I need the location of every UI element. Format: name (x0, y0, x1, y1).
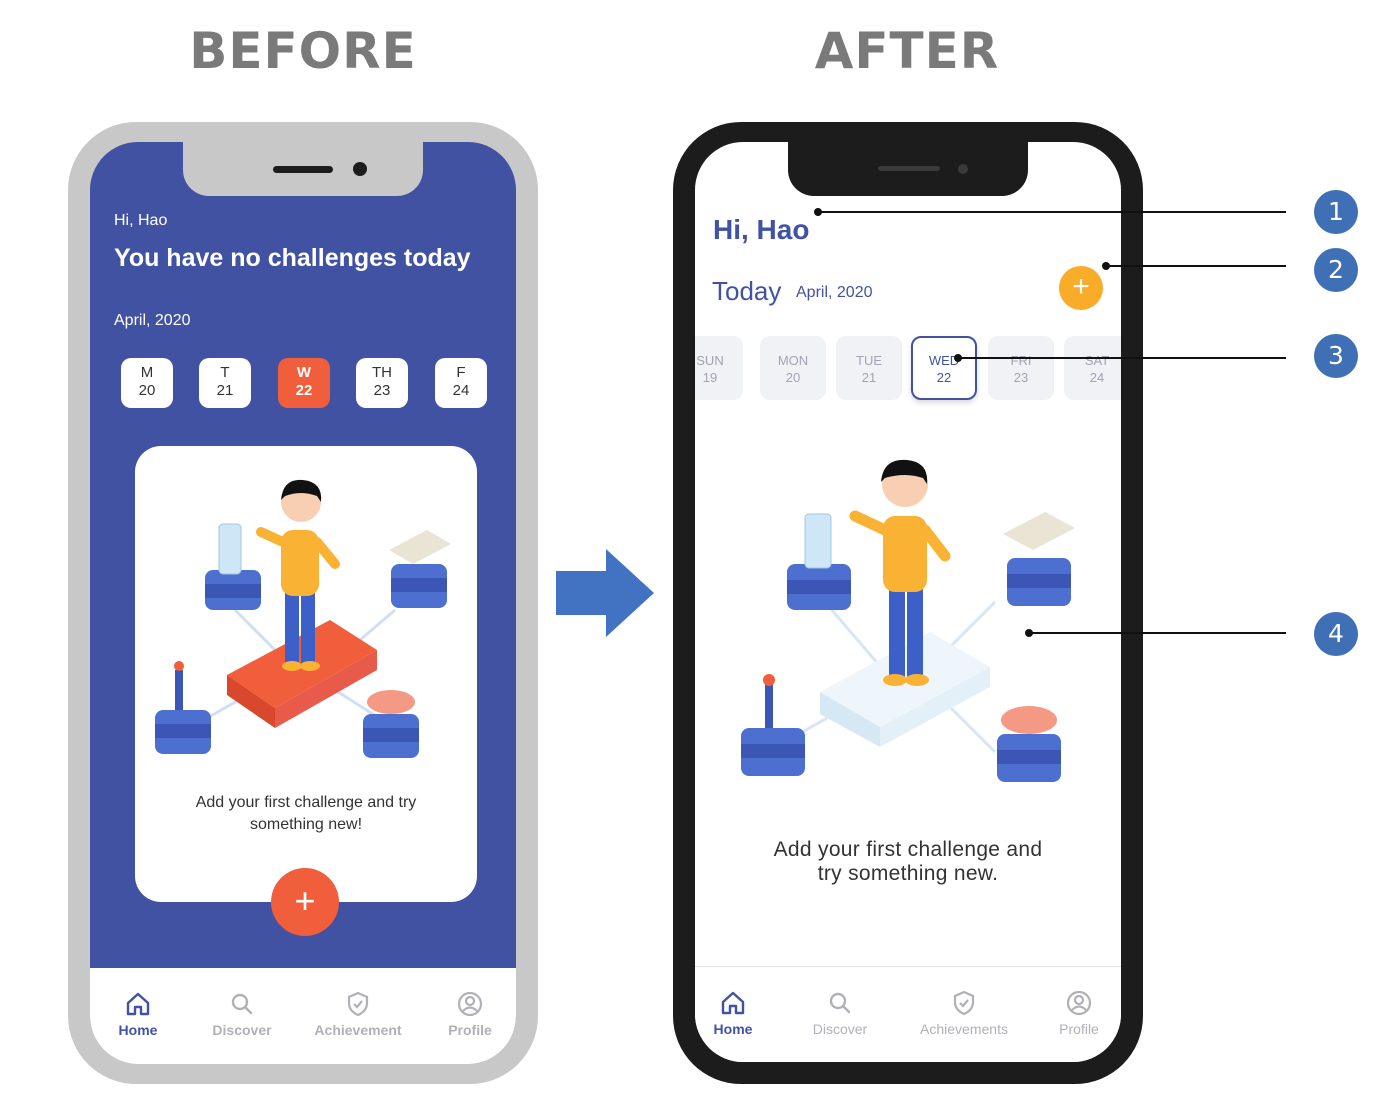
empty-state-card: Add your first challenge and try somethi… (135, 446, 477, 902)
tab-achievement[interactable]: Achievement (308, 990, 408, 1038)
phone-notch (788, 142, 1028, 196)
tab-home[interactable]: Home (709, 989, 757, 1037)
day-abbr: FRI (1010, 353, 1032, 368)
day-num: 22 (295, 382, 313, 399)
camera-icon (353, 162, 367, 176)
add-challenge-button[interactable]: + (1059, 266, 1103, 310)
tab-label: Home (118, 1022, 158, 1038)
tab-label: Achievement (314, 1022, 402, 1038)
search-icon (829, 992, 851, 1014)
day-abbr: M (140, 364, 154, 381)
day-chip-t[interactable]: T 21 (199, 358, 251, 408)
day-chip-m[interactable]: M 20 (121, 358, 173, 408)
day-abbr: SAT (1084, 353, 1110, 368)
callout-badge-4: 4 (1314, 612, 1358, 656)
profile-icon (1066, 990, 1092, 1016)
empty-state-line-1: Add your first challenge and try (195, 794, 417, 811)
profile-icon (457, 991, 483, 1017)
day-num: 22 (936, 370, 952, 385)
empty-state-text: Add your first challenge and try somethi… (135, 792, 477, 836)
day-selector: M 20 T 21 W 22 TH 23 F 24 (121, 358, 487, 408)
after-phone: Hi, Hao Today April, 2020 + SUN 19 MON 2… (673, 122, 1143, 1084)
search-icon (231, 993, 253, 1015)
today-label: Today (712, 276, 782, 306)
day-abbr: F (456, 364, 466, 381)
tab-label: Home (713, 1021, 753, 1037)
right-arrow-icon (556, 549, 654, 637)
day-num: 19 (702, 370, 718, 385)
empty-state-illustration (155, 479, 451, 758)
day-selector: SUN 19 MON 20 TUE 21 WED 22 FRI 23 SAT 2… (695, 336, 1121, 402)
tab-profile[interactable]: Profile (1051, 989, 1107, 1037)
tab-discover[interactable]: Discover (805, 989, 875, 1037)
callout-line-2 (1106, 265, 1286, 267)
tab-label: Achievements (920, 1021, 1008, 1037)
day-abbr: SUN (696, 353, 724, 368)
callout-line-3 (958, 357, 1286, 359)
tab-label: Discover (212, 1022, 272, 1038)
phone-notch (183, 142, 423, 196)
day-num: 21 (861, 370, 877, 385)
day-chip-fri[interactable]: FRI 23 (988, 336, 1054, 400)
empty-state-text: Add your first challenge and try somethi… (695, 838, 1121, 886)
day-num: 24 (452, 382, 470, 399)
tab-profile[interactable]: Profile (440, 990, 500, 1038)
before-heading: BEFORE (189, 22, 417, 80)
shield-icon (347, 991, 369, 1017)
add-challenge-button[interactable]: + (271, 868, 339, 936)
camera-icon (958, 164, 968, 174)
bottom-tab-bar: Home Discover Achievement Profile (90, 968, 516, 1064)
shield-icon (953, 990, 975, 1016)
day-num: 23 (1013, 370, 1029, 385)
day-chip-sat[interactable]: SAT 24 (1064, 336, 1121, 400)
day-abbr: TH (372, 364, 392, 381)
day-abbr: W (296, 364, 312, 381)
callout-line-1 (818, 211, 1286, 213)
speaker-icon (878, 166, 940, 171)
home-icon (721, 991, 745, 1015)
before-screen: Hi, Hao You have no challenges today Apr… (90, 142, 516, 1064)
speaker-icon (273, 166, 333, 173)
day-num: 20 (785, 370, 801, 385)
day-abbr: WED (928, 353, 960, 368)
month-label: April, 2020 (114, 312, 191, 329)
day-num: 24 (1089, 370, 1105, 385)
callout-badge-3: 3 (1314, 334, 1358, 378)
tab-label: Profile (448, 1022, 492, 1038)
day-num: 21 (216, 382, 234, 399)
callout-badge-2: 2 (1314, 248, 1358, 292)
day-chip-tue[interactable]: TUE 21 (836, 336, 902, 400)
empty-state-line-1: Add your first challenge and (773, 838, 1043, 861)
tab-achievements[interactable]: Achievements (911, 989, 1017, 1037)
day-abbr: T (220, 364, 230, 381)
tab-label: Profile (1059, 1021, 1099, 1037)
greeting-text: Hi, Hao (713, 214, 810, 245)
day-chip-sun[interactable]: SUN 19 (695, 336, 743, 400)
callout-line-4 (1029, 632, 1286, 634)
after-heading: AFTER (814, 22, 1000, 80)
day-chip-mon[interactable]: MON 20 (760, 336, 826, 400)
greeting-text: Hi, Hao (114, 212, 168, 229)
tab-home[interactable]: Home (110, 990, 166, 1038)
day-abbr: TUE (856, 353, 882, 368)
tab-label: Discover (812, 1021, 868, 1037)
day-chip-f[interactable]: F 24 (435, 358, 487, 408)
tab-discover[interactable]: Discover (202, 990, 282, 1038)
day-num: 23 (373, 382, 391, 399)
empty-state-line-2: something new! (249, 816, 363, 833)
day-abbr: MON (777, 353, 809, 368)
home-icon (126, 992, 150, 1016)
page-title: You have no challenges today (114, 244, 471, 272)
day-chip-w-selected[interactable]: W 22 (278, 358, 330, 408)
callout-badge-1: 1 (1314, 190, 1358, 234)
before-phone: Hi, Hao You have no challenges today Apr… (68, 122, 538, 1084)
day-num: 20 (138, 382, 156, 399)
day-chip-wed-selected[interactable]: WED 22 (911, 336, 977, 400)
day-chip-th[interactable]: TH 23 (356, 358, 408, 408)
after-screen: Hi, Hao Today April, 2020 + SUN 19 MON 2… (695, 142, 1121, 1062)
empty-state-line-2: try something new. (817, 862, 999, 885)
month-label: April, 2020 (796, 284, 873, 301)
bottom-tab-bar: Home Discover Achievements Profile (695, 966, 1121, 1062)
